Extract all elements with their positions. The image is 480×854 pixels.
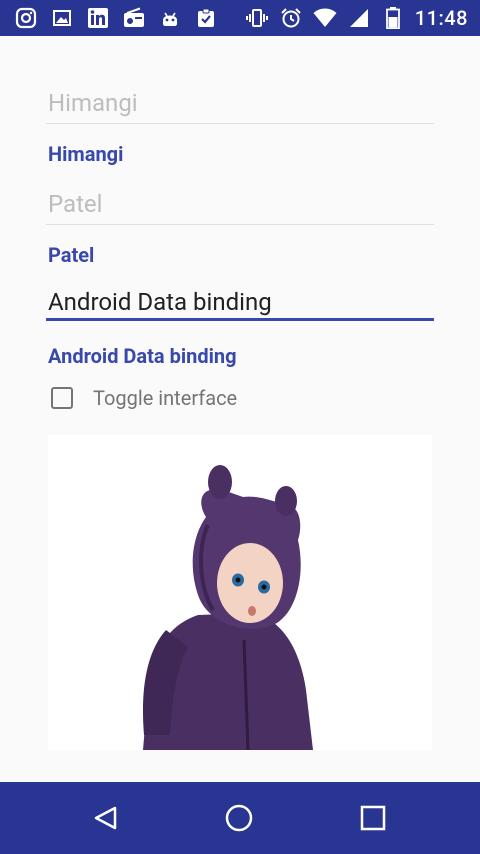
radio-icon [122, 6, 146, 30]
battery-icon [381, 6, 405, 30]
home-icon[interactable] [223, 802, 255, 834]
linkedin-icon [86, 6, 110, 30]
android-icon [158, 6, 182, 30]
last-name-input[interactable] [46, 183, 434, 225]
last-name-display: Patel [48, 243, 95, 267]
clipboard-check-icon [194, 6, 218, 30]
toggle-checkbox[interactable] [51, 387, 73, 409]
back-icon[interactable] [90, 802, 122, 834]
wifi-icon [313, 6, 337, 30]
main-content: Himangi Patel Android Data binding Toggl… [0, 36, 480, 782]
recents-icon[interactable] [357, 802, 389, 834]
toggle-label: Toggle interface [93, 386, 238, 410]
navigation-bar [0, 782, 480, 854]
toggle-row[interactable]: Toggle interface [48, 386, 237, 410]
message-input[interactable] [46, 285, 434, 321]
signal-icon [347, 6, 371, 30]
message-display: Android Data binding [48, 344, 237, 368]
first-name-display: Himangi [48, 142, 124, 166]
instagram-icon [14, 6, 38, 30]
image-icon [50, 6, 74, 30]
first-name-input[interactable] [46, 82, 434, 124]
baby-photo [48, 435, 432, 750]
status-bar: 11:48 [0, 0, 480, 36]
vibrate-icon [245, 6, 269, 30]
clock-time: 11:48 [414, 6, 468, 30]
alarm-icon [279, 6, 303, 30]
